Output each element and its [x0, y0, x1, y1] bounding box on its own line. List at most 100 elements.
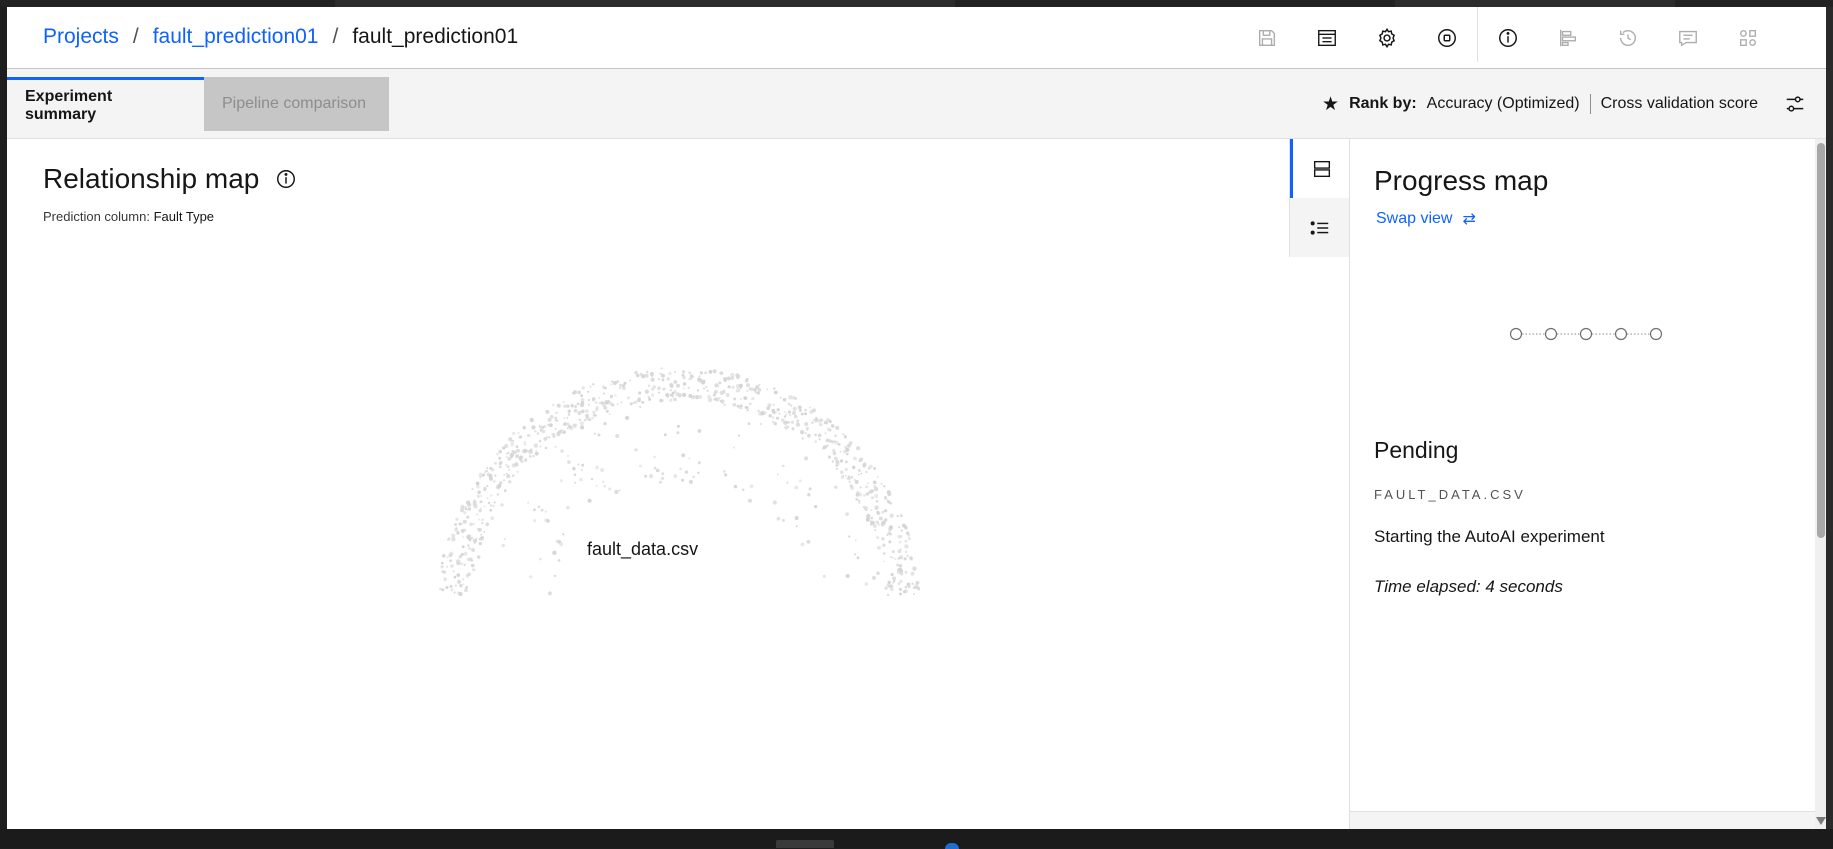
progress-node[interactable]: [1579, 327, 1593, 341]
map-dot: [449, 559, 453, 562]
map-dot: [544, 510, 547, 513]
map-dot: [551, 433, 554, 436]
stop-button[interactable]: [1417, 21, 1477, 55]
map-dot: [456, 562, 460, 566]
map-dot: [522, 426, 526, 430]
map-dot: [498, 456, 502, 460]
progress-node[interactable]: [1649, 327, 1663, 341]
map-dot: [634, 448, 638, 452]
map-dot: [688, 479, 694, 484]
map-dot: [520, 459, 524, 463]
map-dot: [850, 486, 855, 490]
map-dot: [785, 425, 789, 429]
progress-panel: Progress map Swap view ⇄ Pending FAULT_D…: [1349, 139, 1816, 829]
map-dot: [529, 575, 533, 579]
rank-metric[interactable]: Accuracy (Optimized): [1427, 95, 1580, 113]
map-dot: [804, 456, 809, 461]
map-dot: [806, 539, 811, 544]
view-switcher: [1289, 139, 1350, 257]
map-dot: [776, 473, 779, 476]
map-dot: [502, 446, 506, 450]
apps-button[interactable]: [1718, 21, 1778, 55]
map-dot: [591, 416, 594, 420]
map-dot: [505, 472, 508, 475]
map-dot: [748, 402, 752, 406]
map-dot: [857, 473, 860, 476]
save-button[interactable]: [1237, 21, 1297, 55]
map-dot: [478, 541, 482, 546]
map-dot: [759, 422, 763, 426]
map-dot: [808, 434, 811, 436]
scroll-down-arrow[interactable]: [1816, 817, 1826, 825]
scrollbar-thumb[interactable]: [1817, 143, 1825, 538]
map-dot: [592, 397, 596, 401]
dataset-node-label[interactable]: fault_data.csv: [587, 539, 698, 560]
map-dot: [471, 487, 474, 490]
info-icon[interactable]: [275, 168, 297, 190]
map-dot: [897, 582, 901, 586]
map-dot: [782, 397, 787, 402]
map-dot: [883, 552, 886, 555]
list-view-button[interactable]: [1290, 198, 1350, 257]
info-button[interactable]: [1478, 21, 1538, 55]
notebook-button[interactable]: [1297, 21, 1357, 55]
tab-pipeline-comparison[interactable]: Pipeline comparison: [204, 77, 389, 131]
map-dot: [491, 468, 495, 472]
map-dot: [732, 402, 737, 407]
map-dot: [843, 435, 848, 439]
map-dot: [723, 377, 728, 382]
map-dot: [805, 426, 809, 430]
pipeline-button[interactable]: [1538, 21, 1598, 55]
map-dot: [465, 574, 470, 578]
map-dot: [690, 375, 694, 379]
filter-settings-button[interactable]: [1778, 87, 1812, 121]
map-dot: [697, 429, 702, 433]
progress-node[interactable]: [1510, 327, 1523, 341]
history-button[interactable]: [1598, 21, 1658, 55]
breadcrumb-project-link[interactable]: fault_prediction01: [153, 25, 319, 49]
map-dot: [505, 455, 508, 458]
map-dot: [456, 531, 460, 535]
map-dot: [673, 474, 678, 478]
map-dot: [804, 422, 809, 427]
rank-score[interactable]: Cross validation score: [1601, 95, 1758, 113]
map-dot: [829, 429, 832, 432]
map-dot: [554, 416, 557, 420]
map-dot: [865, 485, 869, 489]
map-dot: [899, 571, 904, 576]
map-dot: [700, 379, 706, 385]
map-dot: [450, 588, 454, 592]
comments-button[interactable]: [1658, 21, 1718, 55]
map-dot: [903, 557, 907, 561]
map-dot: [831, 424, 835, 428]
sliders-icon: [1786, 96, 1804, 112]
map-dot: [573, 473, 577, 476]
settings-button[interactable]: [1357, 21, 1417, 55]
progress-node[interactable]: [1544, 327, 1558, 341]
map-dot: [801, 438, 804, 440]
map-dot: [579, 421, 585, 426]
map-dot: [906, 531, 910, 535]
map-dot: [844, 474, 847, 477]
map-dot: [665, 393, 669, 397]
map-dot: [553, 574, 557, 578]
breadcrumb-projects-link[interactable]: Projects: [43, 25, 119, 49]
map-dot: [722, 389, 726, 392]
map-dot: [490, 494, 493, 497]
map-dot: [886, 498, 889, 501]
swap-view-link[interactable]: Swap view ⇄: [1376, 209, 1476, 229]
map-dot: [889, 555, 893, 559]
map-dot: [581, 386, 585, 390]
tab-experiment-summary[interactable]: Experiment summary: [7, 77, 204, 131]
map-dot: [910, 571, 915, 576]
map-dot: [579, 477, 583, 482]
map-dot: [651, 393, 655, 397]
progress-node[interactable]: [1614, 327, 1628, 341]
map-dot: [874, 493, 879, 499]
map-dot: [818, 438, 821, 441]
map-view-button[interactable]: [1290, 139, 1350, 198]
map-dot: [755, 386, 759, 390]
map-dot: [567, 413, 571, 416]
scrollbar[interactable]: [1815, 139, 1826, 829]
map-dot: [892, 576, 897, 581]
